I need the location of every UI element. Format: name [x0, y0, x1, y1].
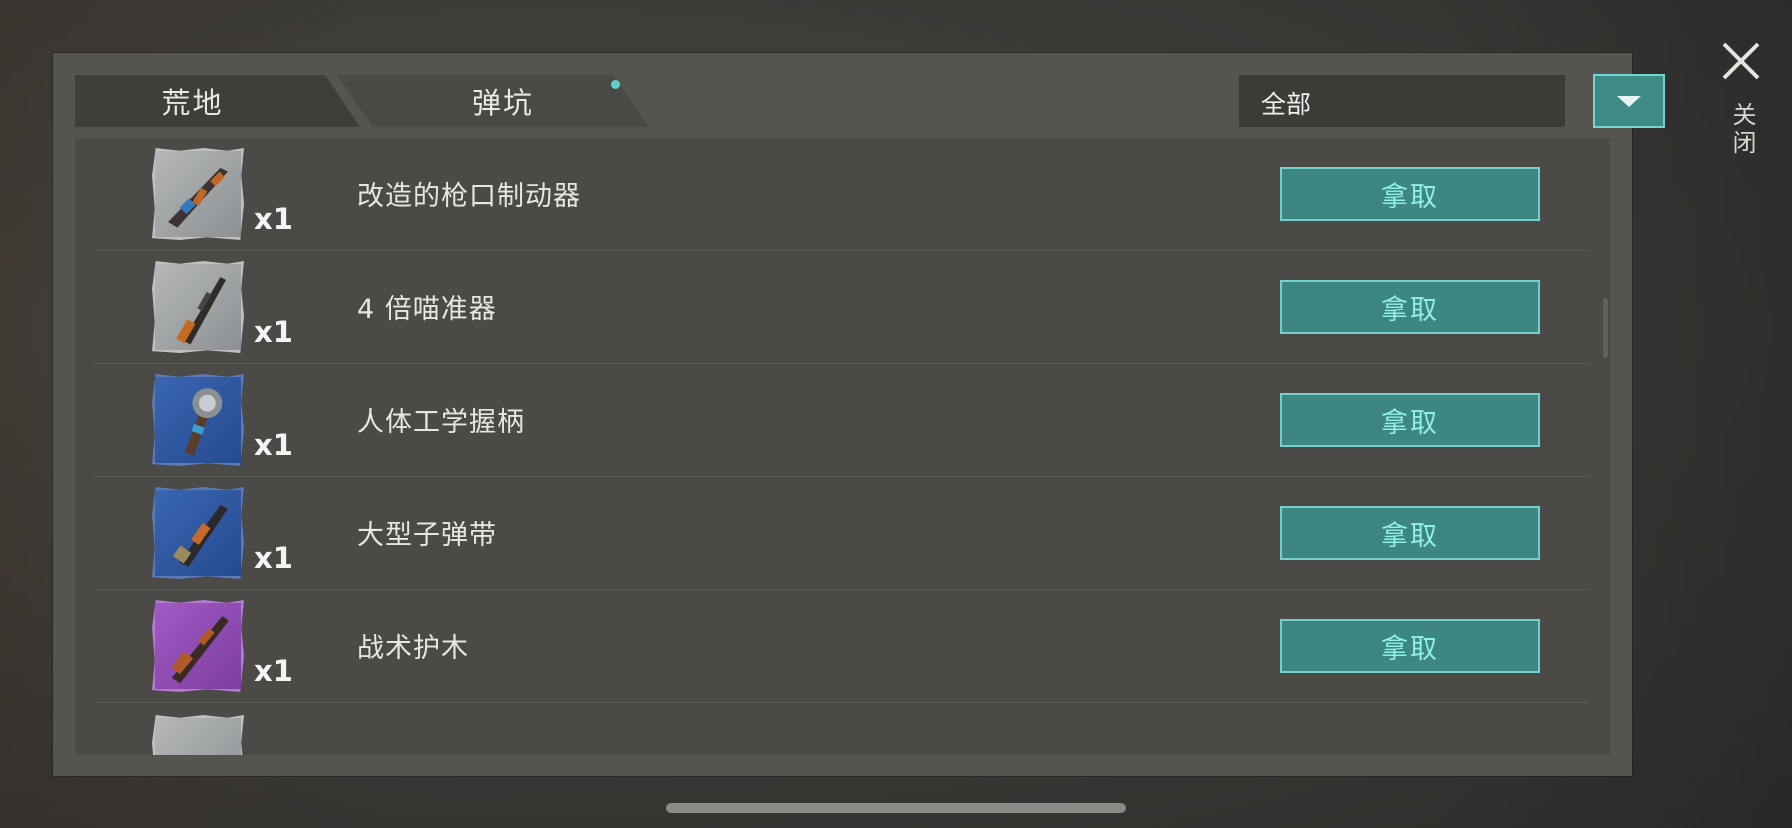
take-button[interactable]: 拿取	[1280, 393, 1540, 447]
chevron-down-icon	[1617, 95, 1641, 107]
filter-label: 全部	[1261, 90, 1312, 119]
list-item: x1 改造的枪口制动器 拿取	[95, 138, 1588, 251]
scrollbar[interactable]	[1603, 298, 1608, 358]
spiked-club-icon	[152, 374, 244, 466]
tab-wasteland[interactable]: 荒地	[75, 75, 360, 127]
list-item: x1 战术护木 拿取	[95, 590, 1588, 703]
close-button[interactable]	[1718, 38, 1764, 84]
take-button[interactable]: 拿取	[1280, 280, 1540, 334]
item-count: x1	[254, 541, 293, 575]
tab-crater-label: 弹坑	[471, 86, 534, 120]
notification-dot	[611, 80, 620, 89]
item-thumbnail-icon	[152, 715, 244, 755]
filter-dropdown[interactable]: 全部	[1239, 75, 1565, 127]
tab-wasteland-label: 荒地	[161, 86, 224, 120]
item-count: x1	[254, 654, 293, 688]
close-label[interactable]: 关闭	[1725, 102, 1760, 158]
take-button[interactable]: 拿取	[1280, 619, 1540, 673]
tab-crater[interactable]: 弹坑	[337, 75, 649, 127]
sniper-rifle-icon	[152, 261, 244, 353]
list-item	[95, 703, 1588, 755]
filter-dropdown-button[interactable]	[1593, 74, 1665, 128]
list-item: x1 大型子弹带 拿取	[95, 477, 1588, 590]
assault-rifle-icon	[152, 148, 244, 240]
loot-panel: 荒地 弹坑 全部 x1 x1 改造的枪口制动器 拿取	[53, 53, 1665, 776]
close-icon	[1722, 42, 1760, 80]
item-name: 改造的枪口制动器	[357, 181, 581, 212]
take-button[interactable]: 拿取	[1280, 506, 1540, 560]
item-name: 人体工学握柄	[357, 407, 525, 438]
item-name: 大型子弹带	[357, 520, 497, 551]
item-name: 4 倍喵准器	[357, 294, 497, 325]
item-count: x1	[254, 315, 293, 349]
take-button[interactable]: 拿取	[1280, 167, 1540, 221]
item-count: x1	[254, 202, 293, 236]
list-item: x1 4 倍喵准器 拿取	[95, 251, 1588, 364]
list-item: x1 人体工学握柄 拿取	[95, 364, 1588, 477]
home-indicator	[666, 803, 1126, 813]
shotgun-icon	[152, 487, 244, 579]
hunting-rifle-icon	[152, 600, 244, 692]
item-count: x1	[254, 428, 293, 462]
item-name: 战术护木	[357, 633, 469, 664]
item-list[interactable]: x1 x1 改造的枪口制动器 拿取 x1 4 倍喵准器 拿取 x1 人体工学握柄…	[75, 138, 1610, 755]
